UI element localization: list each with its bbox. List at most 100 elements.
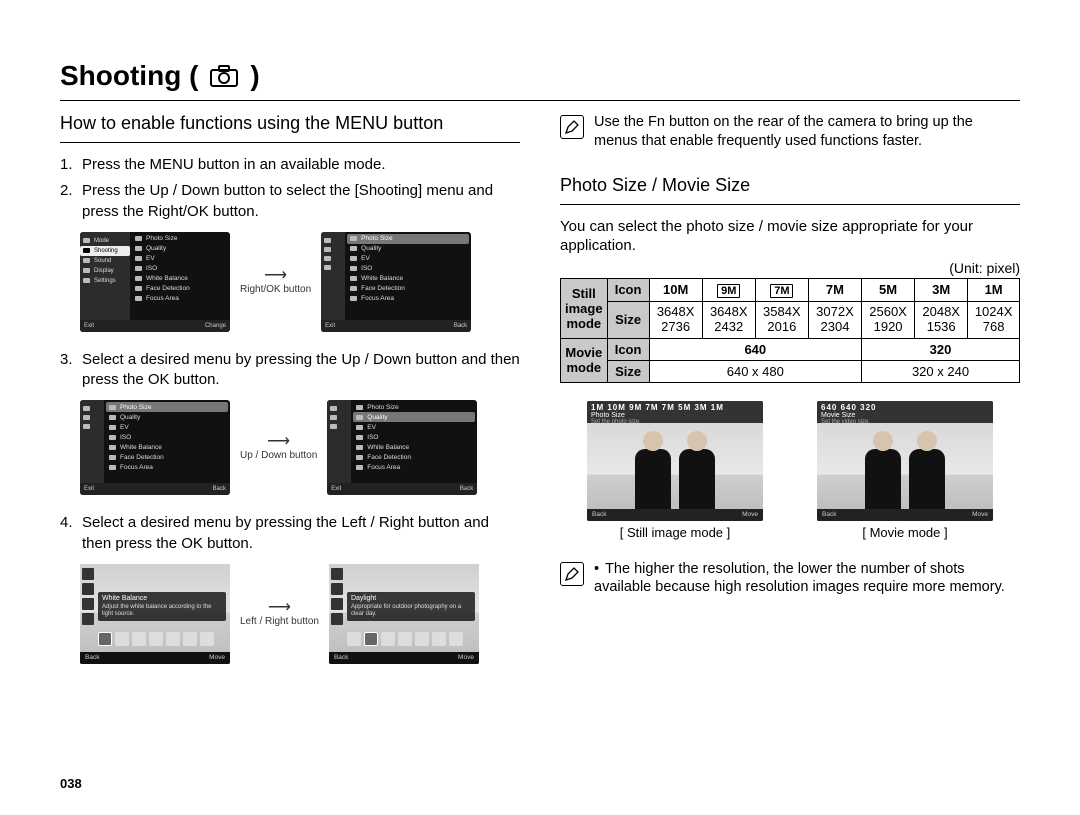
left-section-heading: How to enable functions using the MENU b… — [60, 113, 520, 134]
menu-side-settings: Settings — [80, 276, 130, 286]
right-column: Use the Fn button on the rear of the cam… — [560, 113, 1020, 682]
camera-icon — [210, 65, 238, 87]
unit-label: (Unit: pixel) — [560, 260, 1020, 276]
figure-step2: Mode Shooting Sound Display Settings Pho… — [80, 232, 520, 332]
size-table: Still image mode Icon 10M 9M 7M 7M 5M 3M… — [560, 278, 1020, 383]
right-section-rule — [560, 204, 1020, 205]
table-cell-size: 320 x 240 — [862, 360, 1020, 382]
movie-mode-head: Movie mode — [561, 338, 608, 382]
menu-item: Photo Size — [347, 234, 469, 244]
arrow-right-icon: ⟶ — [268, 600, 291, 616]
table-cell-size: 3648X 2432 — [702, 301, 755, 338]
sample-title: Photo Size — [591, 412, 625, 419]
wb-hint: Appropriate for outdoor photography on a… — [351, 604, 471, 618]
table-cell-icon: 9M — [702, 278, 755, 301]
step-4: 4.Select a desired menu by pressing the … — [60, 513, 520, 554]
menu-screenshot-sub2: Photo Size Quality EV ISO White Balance … — [80, 400, 230, 495]
menu-side-mode: Mode — [80, 236, 130, 246]
arrow-caption: Right/OK button — [240, 284, 311, 295]
sample-title: Movie Size — [821, 412, 855, 419]
menu-screenshot-main: Mode Shooting Sound Display Settings Pho… — [80, 232, 230, 332]
left-section-rule — [60, 142, 520, 143]
page-title: Shooting ( ) — [60, 60, 1020, 92]
note-bottom-text: The higher the resolution, the lower the… — [594, 560, 1020, 598]
step-3: 3.Select a desired menu by pressing the … — [60, 350, 520, 391]
pencil-note-icon — [560, 562, 584, 586]
menu-screenshot-sub3: Photo Size Quality EV ISO White Balance … — [327, 400, 477, 495]
menu-side-shooting: Shooting — [80, 246, 130, 256]
wb-hint: Adjust the white balance according to th… — [102, 604, 222, 618]
table-cell-icon: 10M — [649, 278, 702, 301]
step-3-text: Select a desired menu by pressing the Up… — [82, 350, 520, 391]
menu-item: White Balance — [132, 274, 228, 284]
menu-screenshot-sub: Photo Size Quality EV ISO White Balance … — [321, 232, 471, 332]
menu-footer-exit: Exit — [84, 323, 94, 329]
right-section-heading: Photo Size / Movie Size — [560, 175, 1020, 196]
menu-item: Photo Size — [132, 234, 228, 244]
row-icon-label: Icon — [607, 278, 649, 301]
note-bottom: The higher the resolution, the lower the… — [560, 560, 1020, 598]
still-mode-head: Still image mode — [561, 278, 608, 338]
note-top-text: Use the Fn button on the rear of the cam… — [594, 113, 1020, 151]
table-cell-size: 3648X 2736 — [649, 301, 702, 338]
steps-list: 1.Press the MENU button in an available … — [60, 155, 520, 222]
page-title-suffix: ) — [250, 60, 259, 92]
wb-screenshot-left: White BalanceAdjust the white balance ac… — [80, 564, 230, 664]
page-number: 038 — [60, 776, 82, 791]
steps-list-4: 4.Select a desired menu by pressing the … — [60, 513, 520, 554]
menu-item: ISO — [132, 264, 228, 274]
step-4-text: Select a desired menu by pressing the Le… — [82, 513, 520, 554]
menu-item: Focus Area — [132, 294, 228, 304]
arrow-right-icon: ⟶ — [267, 434, 290, 450]
table-cell-icon: 320 — [862, 338, 1020, 360]
figure-step3: Photo Size Quality EV ISO White Balance … — [80, 400, 520, 495]
page-title-text: Shooting ( — [60, 60, 198, 92]
left-column: How to enable functions using the MENU b… — [60, 113, 520, 682]
menu-side-display: Display — [80, 266, 130, 276]
note-top: Use the Fn button on the rear of the cam… — [560, 113, 1020, 151]
table-cell-size: 2560X 1920 — [862, 301, 915, 338]
figure-step4: White BalanceAdjust the white balance ac… — [80, 564, 520, 664]
step-1-text: Press the MENU button in an available mo… — [82, 155, 520, 175]
wb-label: Daylight — [351, 595, 471, 603]
arrow-left-right: ⟶ Left / Right button — [240, 600, 319, 627]
table-cell-icon: 3M — [915, 278, 968, 301]
title-rule — [60, 100, 1020, 101]
step-2: 2.Press the Up / Down button to select t… — [60, 181, 520, 222]
step-1: 1.Press the MENU button in an available … — [60, 155, 520, 175]
table-cell-icon: 640 — [649, 338, 861, 360]
menu-item: EV — [132, 254, 228, 264]
table-cell-size: 3072X 2304 — [808, 301, 861, 338]
sample-screens: 1M 10M 9M 7M 7M 5M 3M 1M Photo Size Set … — [560, 401, 1020, 540]
arrow-caption: Left / Right button — [240, 616, 319, 627]
menu-side-sound: Sound — [80, 256, 130, 266]
arrow-right-icon: ⟶ — [264, 268, 287, 284]
sample-top-icons: 640 640 320 — [821, 403, 989, 412]
sample-still-caption: [ Still image mode ] — [620, 525, 731, 540]
pencil-note-icon — [560, 115, 584, 139]
arrow-up-down: ⟶ Up / Down button — [240, 434, 317, 461]
table-cell-size: 1024X 768 — [968, 301, 1020, 338]
menu-item: Quality — [132, 244, 228, 254]
table-cell-icon: 7M — [755, 278, 808, 301]
row-icon-label: Icon — [607, 338, 649, 360]
table-cell-size: 2048X 1536 — [915, 301, 968, 338]
table-cell-size: 3584X 2016 — [755, 301, 808, 338]
row-size-label: Size — [607, 360, 649, 382]
table-cell-icon: 1M — [968, 278, 1020, 301]
step-2-text: Press the Up / Down button to select the… — [82, 181, 520, 222]
table-cell-size: 640 x 480 — [649, 360, 861, 382]
table-cell-icon: 7M — [808, 278, 861, 301]
sample-still-screenshot: 1M 10M 9M 7M 7M 5M 3M 1M Photo Size Set … — [587, 401, 763, 521]
wb-label: White Balance — [102, 595, 222, 603]
menu-footer-change: Change — [205, 323, 226, 329]
sample-movie-screenshot: 640 640 320 Movie Size Set the video siz… — [817, 401, 993, 521]
row-size-label: Size — [607, 301, 649, 338]
wb-screenshot-right: DaylightAppropriate for outdoor photogra… — [329, 564, 479, 664]
sample-movie-caption: [ Movie mode ] — [862, 525, 947, 540]
intro-text: You can select the photo size / movie si… — [560, 217, 1020, 256]
arrow-right-ok: ⟶ Right/OK button — [240, 268, 311, 295]
sample-top-icons: 1M 10M 9M 7M 7M 5M 3M 1M — [591, 403, 759, 412]
arrow-caption: Up / Down button — [240, 450, 317, 461]
steps-list-3: 3.Select a desired menu by pressing the … — [60, 350, 520, 391]
